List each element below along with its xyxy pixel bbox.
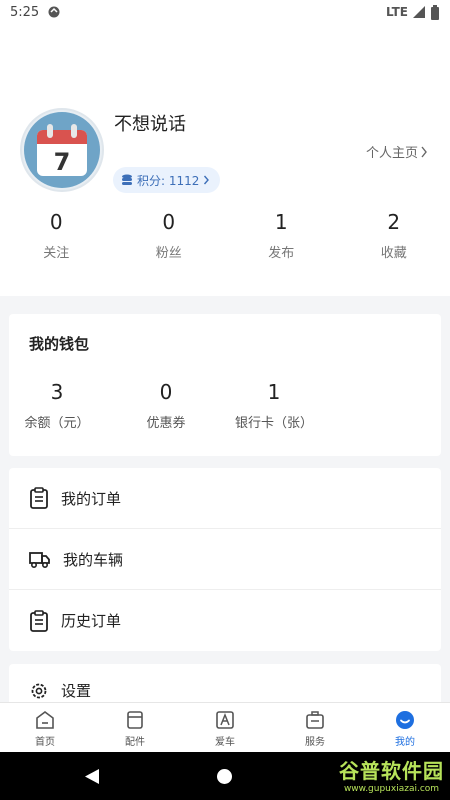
stat-posts[interactable]: 1 发布: [225, 208, 338, 261]
menu-card: 我的订单 我的车辆 历史订单: [9, 468, 441, 651]
wallet-title: 我的钱包: [29, 335, 90, 353]
wallet-value: 0: [159, 380, 173, 404]
back-icon[interactable]: [84, 768, 100, 785]
tab-label: 服务: [305, 737, 325, 748]
menu-item-my-vehicles[interactable]: 我的车辆: [9, 529, 441, 590]
stat-label: 收藏: [380, 246, 407, 261]
tab-car[interactable]: 爱车: [180, 703, 270, 752]
wallet-balance[interactable]: 3 余额（元）: [0, 378, 117, 431]
homepage-link[interactable]: 个人主页: [366, 142, 428, 161]
network-type: LTE: [385, 5, 408, 19]
menu-item-order-history[interactable]: 历史订单: [9, 590, 441, 651]
points-badge[interactable]: 积分: 1112: [113, 167, 221, 193]
home-button-icon[interactable]: [217, 769, 232, 784]
menu-item-label: 历史订单: [61, 612, 122, 630]
calendar-icon: 7: [24, 112, 100, 188]
profile-face-icon: [396, 711, 414, 729]
settings-card: 设置: [9, 664, 441, 704]
menu-item-my-orders[interactable]: 我的订单: [9, 468, 441, 529]
tab-service[interactable]: 服务: [270, 703, 360, 752]
wallet-label: 优惠券: [146, 416, 186, 431]
menu-item-label: 我的订单: [61, 489, 122, 508]
avatar[interactable]: 7: [20, 108, 104, 192]
stat-followers[interactable]: 0 粉丝: [113, 208, 226, 261]
profile-stats: 0 关注 0 粉丝 1 发布 2 收藏: [0, 208, 450, 261]
status-time: 5:25: [10, 4, 40, 20]
chevron-right-icon: [421, 146, 427, 157]
stat-value: 1: [274, 210, 288, 234]
system-nav-bar: 谷普软件园 www.gupuxiazai.com: [0, 752, 450, 800]
gear-icon: [31, 683, 47, 698]
stat-label: 关注: [43, 246, 70, 261]
stat-label: 发布: [268, 246, 295, 261]
tab-label: 我的: [395, 737, 415, 748]
wallet-bank-cards[interactable]: 1 银行卡（张）: [214, 378, 334, 431]
status-bar: 5:25 LTE: [0, 0, 450, 24]
stat-value: 0: [162, 210, 176, 234]
settings-label: 设置: [61, 682, 92, 700]
wallet-value: 1: [267, 380, 281, 404]
homepage-link-label: 个人主页: [365, 146, 418, 161]
avatar-day: 7: [54, 148, 71, 176]
tab-home[interactable]: 首页: [0, 703, 90, 752]
stat-following[interactable]: 0 关注: [0, 208, 113, 261]
battery-icon: [431, 4, 439, 20]
wallet-value: 3: [50, 380, 64, 404]
wallet-card: 我的钱包 3 余额（元） 0 优惠券 1 银行卡（张）: [9, 314, 441, 456]
profile-header: 7 不想说话 个人主页 积分: 1112 0 关注 0 粉丝 1 发布 2 收藏: [0, 24, 450, 296]
watermark: 谷普软件园 www.gupuxiazai.com: [339, 755, 444, 794]
tab-mine[interactable]: 我的: [360, 703, 450, 752]
tab-parts[interactable]: 配件: [90, 703, 180, 752]
coins-icon: [122, 174, 132, 185]
parts-icon: [127, 711, 143, 729]
clipboard-icon: [30, 609, 48, 632]
menu-item-label: 我的车辆: [63, 550, 124, 569]
stat-value: 2: [387, 210, 401, 234]
wallet-label: 余额（元）: [24, 416, 90, 431]
username: 不想说话: [114, 114, 186, 135]
stat-label: 粉丝: [155, 246, 182, 261]
bottom-tab-bar: 首页 配件 爱车 服务 我的: [0, 702, 450, 752]
notification-icon: [48, 6, 60, 18]
menu-item-settings[interactable]: 设置: [29, 680, 91, 701]
car-icon: [216, 711, 234, 729]
clipboard-icon: [30, 487, 48, 509]
points-label: 积分: 1112: [137, 173, 200, 188]
home-icon: [36, 711, 54, 729]
stat-favorites[interactable]: 2 收藏: [338, 208, 450, 261]
watermark-title: 谷普软件园: [339, 759, 444, 783]
signal-icon: [413, 6, 425, 18]
watermark-url: www.gupuxiazai.com: [343, 784, 440, 794]
tab-label: 配件: [125, 737, 145, 748]
briefcase-icon: [306, 711, 324, 729]
chevron-right-icon: [204, 175, 210, 185]
wallet-label: 银行卡（张）: [234, 416, 313, 431]
tab-label: 爱车: [215, 737, 235, 748]
tab-label: 首页: [35, 737, 55, 748]
stat-value: 0: [49, 210, 63, 234]
wallet-coupons[interactable]: 0 优惠券: [106, 378, 226, 431]
truck-icon: [29, 552, 50, 569]
